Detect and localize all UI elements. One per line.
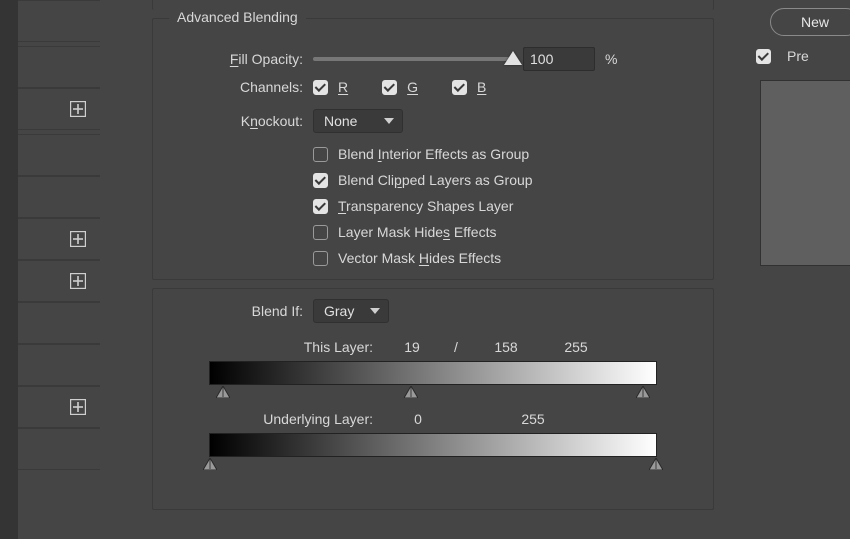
checkbox-icon: [452, 80, 467, 95]
add-effect-button[interactable]: [68, 397, 88, 417]
new-style-button[interactable]: New: [770, 8, 850, 36]
style-slot[interactable]: [18, 386, 100, 428]
checkbox-icon: [313, 80, 328, 95]
style-slot[interactable]: [18, 0, 100, 42]
channel-g-checkbox[interactable]: G: [382, 79, 418, 95]
advanced-blending-title: Advanced Blending: [169, 9, 306, 25]
preview-label: Pre: [787, 48, 809, 64]
fill-opacity-thumb[interactable]: [504, 51, 522, 65]
blend-if-stop[interactable]: [649, 458, 663, 470]
checkbox-icon: [313, 147, 328, 162]
channels-row: Channels: R G B: [153, 79, 486, 95]
channels-label: Channels:: [153, 79, 303, 95]
style-slot[interactable]: [18, 260, 100, 302]
fill-opacity-percent: %: [605, 51, 617, 67]
channel-b-label: B: [477, 79, 486, 95]
advanced-blending-group: Advanced Blending Fill Opacity: 100 % Ch…: [152, 18, 714, 280]
channel-r-label: R: [338, 79, 348, 95]
fill-opacity-slider[interactable]: [313, 57, 513, 61]
preview-swatch: [760, 80, 850, 266]
blend-if-stop[interactable]: [636, 386, 650, 398]
option-label: Blend Clipped Layers as Group: [338, 172, 533, 188]
option-label: Vector Mask Hides Effects: [338, 250, 501, 266]
option-label: Blend Interior Effects as Group: [338, 146, 529, 162]
preview-checkbox[interactable]: Pre: [756, 48, 809, 64]
knockout-row: Knockout: None: [153, 109, 403, 133]
fill-opacity-input[interactable]: 100: [523, 47, 595, 71]
layer-style-dialog: Advanced Blending Fill Opacity: 100 % Ch…: [0, 0, 850, 539]
blend-if-stop[interactable]: [203, 458, 217, 470]
underlying-layer-values: 0 255: [383, 411, 657, 427]
blend-if-stop[interactable]: [216, 386, 230, 398]
style-slot[interactable]: [18, 88, 100, 130]
knockout-label: Knockout:: [153, 113, 303, 129]
add-effect-button[interactable]: [68, 271, 88, 291]
style-slot[interactable]: [18, 344, 100, 386]
checkbox-icon: [313, 199, 328, 214]
checkbox-icon: [313, 251, 328, 266]
chevron-down-icon: [384, 118, 394, 124]
blend-if-row: Blend If: Gray: [153, 299, 389, 323]
checkbox-icon: [382, 80, 397, 95]
option-transp[interactable]: Transparency Shapes Layer: [313, 193, 533, 219]
checkbox-icon: [756, 49, 771, 64]
style-slot[interactable]: [18, 46, 100, 88]
channel-g-label: G: [407, 79, 418, 95]
advanced-options-list: Blend Interior Effects as Group Blend Cli…: [313, 141, 533, 271]
option-label: Transparency Shapes Layer: [338, 198, 513, 214]
style-slot[interactable]: [18, 428, 100, 470]
channel-b-checkbox[interactable]: B: [452, 79, 486, 95]
option-clipped[interactable]: Blend Clipped Layers as Group: [313, 167, 533, 193]
chevron-down-icon: [370, 308, 380, 314]
style-slot[interactable]: [18, 218, 100, 260]
blend-if-group: Blend If: Gray This Layer: 19 / 158 255 …: [152, 288, 714, 510]
fill-opacity-row: Fill Opacity: 100 %: [153, 47, 713, 71]
style-slot[interactable]: [18, 176, 100, 218]
blend-if-value: Gray: [324, 303, 354, 319]
underlying-layer-label: Underlying Layer:: [153, 411, 373, 427]
style-slot[interactable]: [18, 302, 100, 344]
option-maskfx[interactable]: Layer Mask Hides Effects: [313, 219, 533, 245]
options-panel: Advanced Blending Fill Opacity: 100 % Ch…: [104, 0, 744, 539]
checkbox-icon: [313, 225, 328, 240]
checkbox-icon: [313, 173, 328, 188]
styles-column: [18, 0, 100, 539]
option-interior[interactable]: Blend Interior Effects as Group: [313, 141, 533, 167]
this-layer-gradient[interactable]: [209, 361, 657, 385]
option-vecmask[interactable]: Vector Mask Hides Effects: [313, 245, 533, 271]
blend-if-label: Blend If:: [153, 303, 303, 319]
knockout-value: None: [324, 113, 357, 129]
knockout-select[interactable]: None: [313, 109, 403, 133]
this-layer-values: 19 / 158 255: [383, 339, 657, 355]
underlying-layer-gradient[interactable]: [209, 433, 657, 457]
blend-if-stop[interactable]: [404, 386, 418, 398]
option-label: Layer Mask Hides Effects: [338, 224, 496, 240]
right-sidebar: New Pre: [752, 0, 850, 539]
style-slot[interactable]: [18, 134, 100, 176]
add-effect-button[interactable]: [68, 229, 88, 249]
gutter-left: [0, 0, 18, 539]
this-layer-label: This Layer:: [153, 339, 373, 355]
channel-r-checkbox[interactable]: R: [313, 79, 348, 95]
blend-if-select[interactable]: Gray: [313, 299, 389, 323]
add-effect-button[interactable]: [68, 99, 88, 119]
fill-opacity-label: Fill Opacity:: [153, 51, 303, 67]
new-style-label: New: [801, 14, 829, 30]
